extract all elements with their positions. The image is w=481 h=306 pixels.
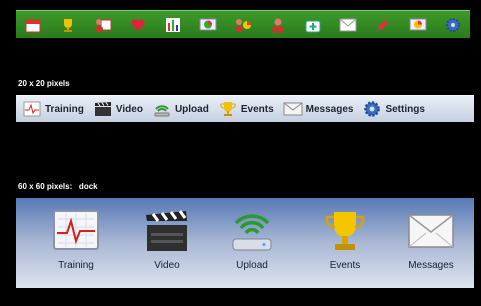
toolbar-item-upload[interactable]: Upload (152, 99, 209, 119)
dock-item-messages[interactable]: Messages (396, 206, 466, 271)
medical-kit-icon[interactable] (304, 16, 322, 34)
wifi-upload-icon (152, 99, 172, 119)
monitor-pie-icon[interactable] (409, 16, 427, 34)
users-pie-icon[interactable] (234, 16, 252, 34)
pie-chart-monitor-icon[interactable] (199, 16, 217, 34)
toolbar-item-label: Upload (174, 103, 209, 115)
trophy-icon (218, 99, 238, 119)
envelope-icon (283, 99, 303, 119)
gear-icon (362, 99, 382, 119)
trophy-icon (320, 206, 370, 256)
clapperboard-icon (142, 206, 192, 256)
section-caption-dock: 60 x 60 pixels: dock (18, 182, 98, 191)
mail-icon[interactable] (339, 16, 357, 34)
toolbar-item-label: Video (115, 103, 143, 115)
toolbar-item-video[interactable]: Video (93, 99, 143, 119)
dock: Training Video Upload Events Messages (16, 198, 474, 288)
dock-item-label: Training (58, 260, 94, 271)
toolbar-item-label: Messages (305, 103, 354, 115)
calendar-icon[interactable] (24, 16, 42, 34)
envelope-icon (406, 206, 456, 256)
toolbar-item-label: Training (45, 103, 84, 115)
trophy-icon[interactable] (59, 16, 77, 34)
dock-item-video[interactable]: Video (132, 206, 202, 271)
heart-icon[interactable] (129, 16, 147, 34)
toolbar-item-label: Settings (385, 103, 425, 115)
toolbar: Training Video Upload Events Messages Se… (16, 95, 474, 122)
dock-item-label: Upload (236, 260, 268, 271)
section-caption-small: 20 x 20 pixels (18, 79, 70, 88)
gear-icon[interactable] (444, 16, 462, 34)
wifi-upload-icon (227, 206, 277, 256)
toolbar-item-label: Events (240, 103, 274, 115)
dock-item-label: Video (154, 260, 180, 271)
dock-item-label: Events (329, 260, 361, 271)
dock-item-events[interactable]: Events (310, 206, 380, 271)
heartbeat-monitor-icon (51, 206, 101, 256)
heartbeat-monitor-icon (22, 99, 42, 119)
toolbar-item-events[interactable]: Events (218, 99, 274, 119)
dock-item-upload[interactable]: Upload (217, 206, 287, 271)
clapperboard-icon (93, 99, 113, 119)
person-calendar-icon[interactable] (94, 16, 112, 34)
icon-strip (16, 10, 470, 38)
toolbar-item-training[interactable]: Training (22, 99, 84, 119)
toolbar-item-settings[interactable]: Settings (362, 99, 425, 119)
dock-item-training[interactable]: Training (41, 206, 111, 271)
dock-item-label: Messages (408, 260, 454, 271)
toolbar-item-messages[interactable]: Messages (283, 99, 354, 119)
bar-chart-icon[interactable] (164, 16, 182, 34)
person-icon[interactable] (269, 16, 287, 34)
pin-icon[interactable] (374, 16, 392, 34)
